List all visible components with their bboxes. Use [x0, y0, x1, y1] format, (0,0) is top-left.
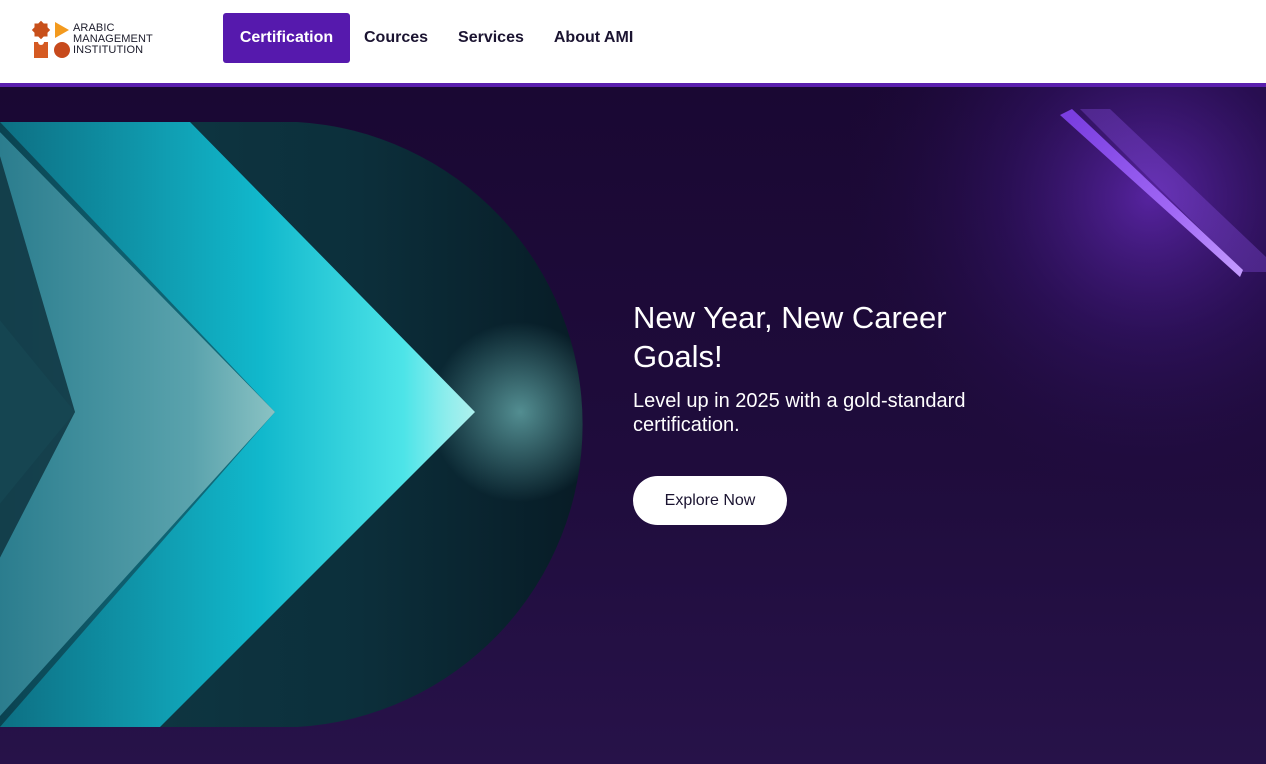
hero-banner: New Year, New Career Goals! Level up in … — [0, 87, 1266, 764]
ami-logo-wordmark: ARABIC MANAGEMENT INSTITUTION — [73, 23, 153, 56]
main-nav: Certification Cources Services About AMI — [223, 13, 648, 63]
site-header: ARABIC MANAGEMENT INSTITUTION Certificat… — [0, 0, 1266, 83]
nav-item-certification[interactable]: Certification — [223, 13, 350, 63]
nav-item-about-ami[interactable]: About AMI — [539, 13, 648, 63]
hero-title: New Year, New Career Goals! — [633, 300, 947, 374]
hero-copy: New Year, New Career Goals! Level up in … — [633, 298, 993, 437]
ami-logo-icon — [31, 20, 70, 58]
explore-now-button[interactable]: Explore Now — [633, 476, 787, 525]
nav-item-services[interactable]: Services — [443, 13, 539, 63]
hero-subtitle: Level up in 2025 with a gold-standard ce… — [633, 390, 966, 436]
logo-line-3: INSTITUTION — [73, 44, 144, 56]
nav-item-cources[interactable]: Cources — [350, 13, 443, 63]
ami-logo[interactable]: ARABIC MANAGEMENT INSTITUTION — [31, 20, 171, 60]
